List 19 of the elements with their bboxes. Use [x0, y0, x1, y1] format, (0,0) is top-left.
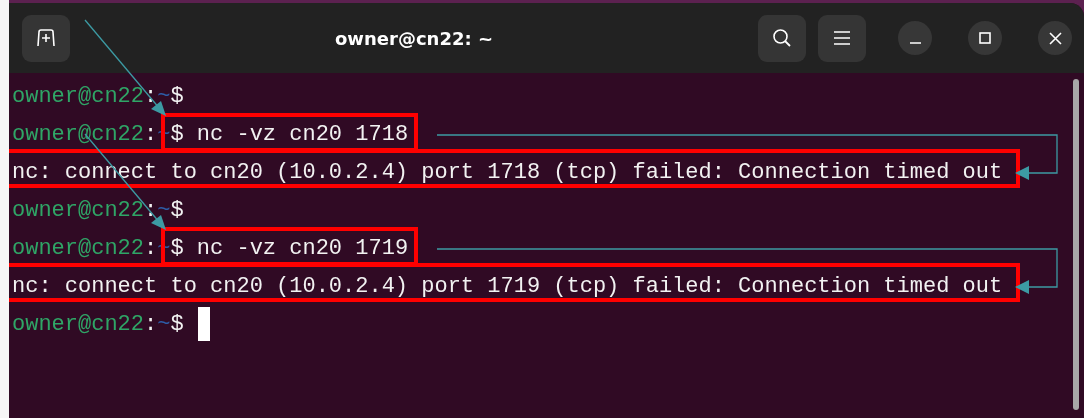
new-tab-button[interactable] — [22, 14, 70, 62]
close-button[interactable] — [1038, 21, 1072, 55]
output-text: nc: connect to cn20 (10.0.2.4) port 1719 (tcp) failed: Connection timed out — [12, 274, 1003, 299]
minimize-icon — [909, 42, 921, 44]
maximize-button[interactable] — [968, 21, 1002, 55]
window-title: owner@cn22: ~ — [334, 27, 494, 49]
prompt: owner@cn22:~$ — [12, 198, 184, 223]
maximize-icon — [979, 32, 991, 44]
search-button[interactable] — [758, 14, 806, 62]
menu-icon — [834, 31, 850, 45]
close-icon — [1048, 31, 1062, 45]
menu-button[interactable] — [818, 14, 866, 62]
new-tab-icon — [36, 29, 56, 47]
prompt: owner@cn22:~$ — [12, 84, 184, 109]
prompt: owner@cn22:~$ — [12, 312, 184, 337]
command-text: nc -vz cn20 1719 — [195, 236, 409, 261]
scrollbar[interactable] — [1073, 79, 1079, 410]
command-text: nc -vz cn20 1718 — [195, 122, 409, 147]
search-icon — [772, 28, 792, 48]
